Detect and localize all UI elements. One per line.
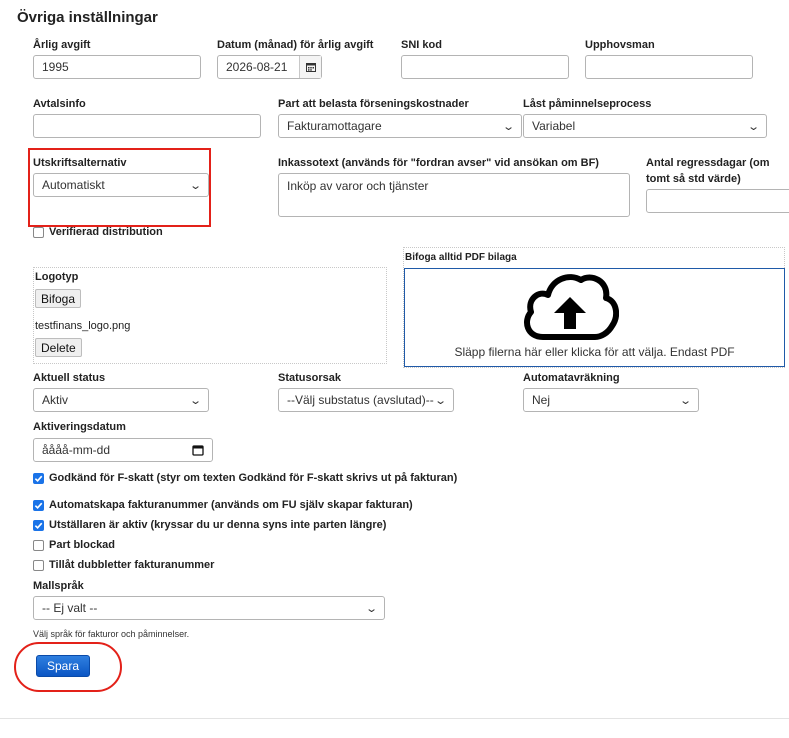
logotyp-label: Logotyp	[35, 271, 79, 283]
utskrift-label: Utskriftsalternativ	[33, 157, 127, 169]
avtalsinfo-input[interactable]	[33, 114, 261, 138]
verifierad-checkbox-row[interactable]: Verifierad distribution	[33, 226, 163, 238]
utstallaren-aktiv-checkbox[interactable]	[33, 519, 44, 531]
datum-label: Datum (månad) för årlig avgift	[217, 39, 374, 51]
arlig-avgift-input[interactable]: 1995	[33, 55, 201, 79]
mallsprak-label: Mallspråk	[33, 580, 84, 592]
sni-label: SNI kod	[401, 39, 442, 51]
chevron-down-icon: ⌄	[188, 394, 202, 407]
chevron-down-icon: ⌄	[678, 394, 692, 407]
last-process-label: Låst påminnelseprocess	[523, 98, 652, 110]
last-process-select[interactable]: Variabel ⌄	[523, 114, 767, 138]
calendar-icon[interactable]	[192, 444, 204, 456]
upphovsman-input[interactable]	[585, 55, 753, 79]
part-blockad-row[interactable]: Part blockad	[33, 539, 115, 551]
aktiveringsdatum-input[interactable]: åååå-mm-dd	[33, 438, 213, 462]
section-title: Övriga inställningar	[17, 9, 158, 26]
chevron-down-icon: ⌄	[364, 602, 378, 615]
automataviakning-select[interactable]: Nej ⌄	[523, 388, 699, 412]
chevron-down-icon: ⌄	[501, 120, 515, 133]
inkasso-label: Inkassotext (används för "fordran avser"…	[278, 157, 599, 169]
bifoga-button[interactable]: Bifoga	[35, 289, 82, 308]
calendar-icon[interactable]	[299, 56, 321, 78]
tillat-dubbletter-row[interactable]: Tillåt dubbletter fakturanummer	[33, 559, 214, 571]
mallsprak-select[interactable]: -- Ej valt -- ⌄	[33, 596, 385, 620]
logotyp-panel	[33, 267, 387, 364]
pdf-drop-text: Släpp filerna här eller klicka för att v…	[454, 345, 735, 359]
part-belasta-label: Part att belasta förseningskostnader	[278, 98, 469, 110]
datum-input[interactable]: 2026-08-21	[217, 55, 322, 79]
statusorsak-select[interactable]: --Välj substatus (avslutad)-- ⌄	[278, 388, 454, 412]
aktiveringsdatum-label: Aktiveringsdatum	[33, 421, 126, 433]
inkasso-textarea[interactable]: Inköp av varor och tjänster	[278, 173, 630, 217]
automataviakning-label: Automatavräkning	[523, 372, 620, 384]
pdf-label: Bifoga alltid PDF bilaga	[405, 252, 517, 263]
regress-label: Antal regressdagar (om tomt så std värde…	[646, 157, 770, 185]
godkand-fskatt-row[interactable]: Godkänd för F-skatt (styr om texten Godk…	[33, 472, 457, 484]
avtalsinfo-label: Avtalsinfo	[33, 98, 86, 110]
chevron-down-icon: ⌄	[746, 120, 760, 133]
cloud-upload-icon	[524, 274, 619, 340]
chevron-down-icon: ⌄	[433, 394, 447, 407]
chevron-down-icon: ⌄	[188, 179, 202, 192]
automatskapa-row[interactable]: Automatskapa fakturanummer (används om F…	[33, 499, 413, 511]
aktuell-status-select[interactable]: Aktiv ⌄	[33, 388, 209, 412]
mallsprak-hint: Välj språk för fakturor och påminnelser.	[33, 629, 190, 639]
tillat-dubbletter-checkbox[interactable]	[33, 559, 44, 571]
part-belasta-select[interactable]: Fakturamottagare ⌄	[278, 114, 522, 138]
regress-input[interactable]	[646, 189, 789, 213]
arlig-avgift-label: Årlig avgift	[33, 39, 91, 51]
delete-button[interactable]: Delete	[35, 338, 82, 357]
footer-divider	[0, 718, 789, 719]
utskrift-select[interactable]: Automatiskt ⌄	[33, 173, 209, 197]
save-button[interactable]: Spara	[36, 655, 90, 677]
aktuell-status-label: Aktuell status	[33, 372, 106, 384]
godkand-fskatt-checkbox[interactable]	[33, 472, 44, 484]
upphovsman-label: Upphovsman	[585, 39, 655, 51]
part-blockad-checkbox[interactable]	[33, 539, 44, 551]
automatskapa-checkbox[interactable]	[33, 499, 44, 511]
logo-filename: testfinans_logo.png	[35, 320, 131, 332]
utstallaren-aktiv-row[interactable]: Utställaren är aktiv (kryssar du ur denn…	[33, 519, 386, 531]
sni-input[interactable]	[401, 55, 569, 79]
pdf-dropzone[interactable]: Släpp filerna här eller klicka för att v…	[404, 268, 785, 367]
verifierad-checkbox[interactable]	[33, 226, 44, 238]
statusorsak-label: Statusorsak	[278, 372, 341, 384]
